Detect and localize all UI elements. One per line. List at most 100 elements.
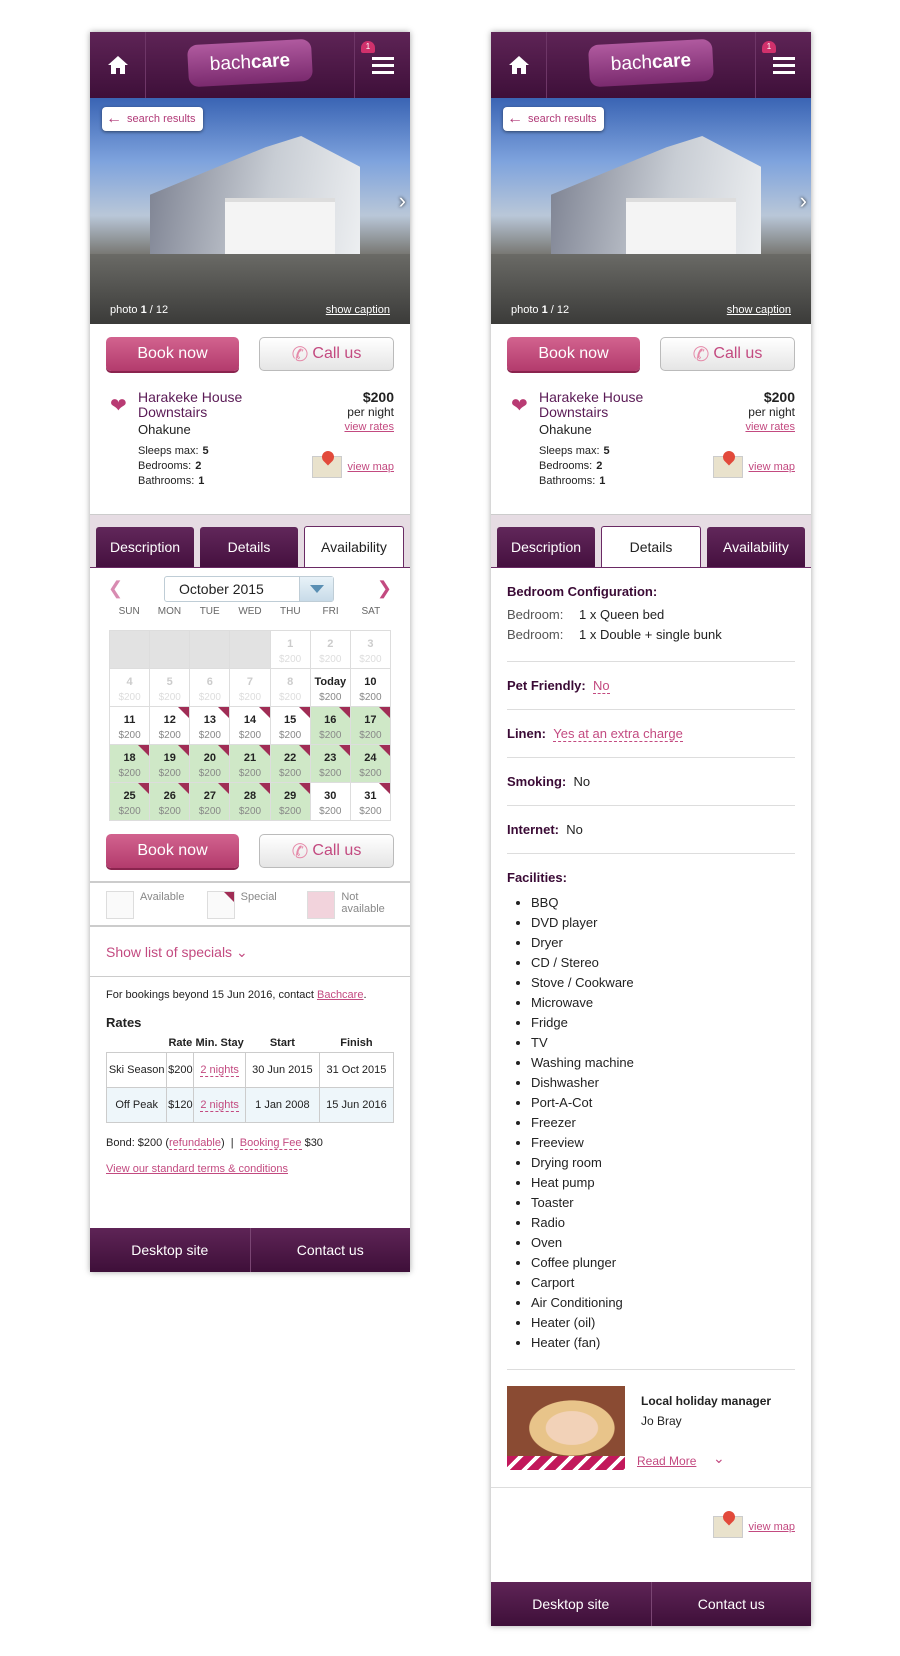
back-label: search results — [127, 113, 196, 125]
rates-section: Rates Rate Min. Stay Start Finish Ski Seaso… — [90, 1001, 410, 1123]
view-map-button[interactable]: view map — [311, 456, 394, 478]
view-map-link[interactable]: view map — [749, 1521, 795, 1533]
show-caption-link[interactable]: show caption — [727, 304, 791, 316]
next-photo-icon[interactable]: › — [399, 188, 406, 214]
favourite-heart-icon[interactable]: ❤ — [511, 393, 528, 418]
calendar-day[interactable]: 11 $200 — [110, 707, 151, 745]
view-map-button[interactable]: view map — [712, 456, 795, 478]
next-month-icon[interactable]: ❯ — [377, 578, 392, 599]
chevron-down-icon[interactable]: ⌄ — [713, 1450, 725, 1467]
facility-item: Air Conditioning — [531, 1293, 795, 1313]
calendar-day[interactable]: 17 $200 — [350, 707, 391, 745]
refundable-link[interactable]: refundable — [169, 1137, 221, 1150]
calendar-week: 25 $200 26 $200 27 $200 28 $200 29 $200 30 $200 31 $2… — [110, 783, 391, 821]
calendar-day[interactable]: 25 $200 — [110, 783, 151, 821]
bachcare-logo[interactable]: bach care — [186, 38, 314, 88]
calendar-day[interactable]: 19 $200 — [150, 745, 191, 783]
home-button[interactable] — [90, 32, 146, 98]
month-select[interactable]: October 2015 — [164, 576, 334, 602]
book-now-button[interactable]: Book now — [507, 337, 640, 371]
facility-item: TV — [531, 1033, 795, 1053]
calendar-day[interactable]: 16 $200 — [310, 707, 351, 745]
day-price: $200 — [198, 730, 221, 741]
bookings-beyond-note: For bookings beyond 15 Jun 2016, contact… — [106, 989, 367, 1001]
rates-table: Rate Min. Stay Start Finish Ski Season $200 2… — [105, 1034, 395, 1123]
calendar-day[interactable]: 23 $200 — [310, 745, 351, 783]
calendar-day[interactable]: 21 $200 — [230, 745, 271, 783]
day-price: $200 — [359, 768, 382, 779]
terms-link[interactable]: View our standard terms & conditions — [106, 1163, 288, 1175]
view-map-link[interactable]: view map — [749, 461, 795, 473]
local-manager: Local holiday manager Jo Bray Read More … — [491, 1370, 811, 1488]
calendar-day[interactable]: 31 $200 — [350, 783, 391, 821]
tab-availability[interactable]: Availability — [304, 526, 404, 567]
rates-row: Ski Season $200 2 nights 30 Jun 2015 31 Oct … — [105, 1052, 395, 1088]
min-stay-link[interactable]: 2 nights — [200, 1099, 239, 1112]
view-map-link[interactable]: view map — [348, 461, 394, 473]
min-stay-link[interactable]: 2 nights — [200, 1064, 239, 1077]
tab-description[interactable]: Description — [96, 527, 194, 567]
facility-item: CD / Stereo — [531, 953, 795, 973]
legend-special: Special — [206, 891, 294, 919]
calendar-week: 1 $200 2 $200 3 $200 — [110, 631, 391, 669]
book-now-button[interactable]: Book now — [106, 337, 239, 371]
contact-us-link[interactable]: Contact us — [652, 1582, 812, 1626]
facility-item: Stove / Cookware — [531, 973, 795, 993]
calendar-day[interactable]: 27 $200 — [190, 783, 231, 821]
map-row: view map — [491, 1488, 811, 1558]
view-rates-link[interactable]: view rates — [344, 421, 394, 433]
calendar-day[interactable]: 26 $200 — [150, 783, 191, 821]
calendar-day[interactable]: 13 $200 — [190, 707, 231, 745]
prev-month-icon[interactable]: ❮ — [108, 578, 123, 599]
calendar-day[interactable]: 22 $200 — [270, 745, 311, 783]
calendar-day[interactable]: 30 $200 — [310, 783, 351, 821]
calendar-day[interactable]: 18 $200 — [110, 745, 151, 783]
home-button[interactable] — [491, 32, 547, 98]
booking-fee-link[interactable]: Booking Fee — [239, 1137, 302, 1150]
tab-availability[interactable]: Availability — [707, 527, 805, 567]
view-map-button[interactable]: view map — [712, 1516, 795, 1538]
view-rates-link[interactable]: view rates — [745, 421, 795, 433]
calendar-day[interactable]: 14 $200 — [230, 707, 271, 745]
calendar-day[interactable]: 15 $200 — [270, 707, 311, 745]
pet-friendly-value[interactable]: No — [592, 678, 610, 694]
availability-calendar: 1 $200 2 $200 3 $200 4 $200 5 $200 6 $200 7 $200 8 $200… — [109, 630, 391, 821]
calendar-day[interactable]: 28 $200 — [230, 783, 271, 821]
property-photo[interactable]: ← search results › photo 1 / 12 show capt… — [491, 98, 811, 324]
linen-value[interactable]: Yes at an extra charge — [553, 726, 683, 742]
contact-us-link[interactable]: Contact us — [251, 1228, 411, 1272]
desktop-site-link[interactable]: Desktop site — [90, 1228, 251, 1272]
day-number: 2 — [327, 638, 334, 650]
calendar-day[interactable]: 24 $200 — [350, 745, 391, 783]
call-us-button[interactable]: ✆ Call us — [660, 337, 795, 371]
day-number: 17 — [364, 714, 377, 726]
tab-details[interactable]: Details — [200, 527, 298, 567]
calendar-day — [110, 631, 151, 669]
menu-button[interactable]: 1 — [354, 32, 410, 98]
calendar-day[interactable]: 10 $200 — [350, 669, 391, 707]
menu-button[interactable]: 1 — [755, 32, 811, 98]
book-now-button[interactable]: Book now — [106, 834, 239, 868]
calendar-day: 8 $200 — [270, 669, 311, 707]
search-results-button[interactable]: ← search results — [503, 107, 605, 131]
call-us-button[interactable]: ✆ Call us — [259, 834, 394, 868]
tab-description[interactable]: Description — [497, 527, 595, 567]
calendar-day[interactable]: 29 $200 — [270, 783, 311, 821]
calendar-day[interactable]: 20 $200 — [190, 745, 231, 783]
calendar-day[interactable]: Today $200 — [310, 669, 351, 707]
desktop-site-link[interactable]: Desktop site — [491, 1582, 652, 1626]
header: bach care 1 — [90, 32, 410, 98]
next-photo-icon[interactable]: › — [800, 188, 807, 214]
show-specials-toggle[interactable]: Show list of specials ⌄ — [90, 927, 410, 977]
call-us-button[interactable]: ✆ Call us — [259, 337, 394, 371]
bachcare-contact-link[interactable]: Bachcare — [317, 989, 363, 1001]
calendar-day[interactable]: 12 $200 — [150, 707, 191, 745]
property-photo[interactable]: ← search results › photo 1 / 12 show capt… — [90, 98, 410, 324]
calendar-day — [150, 631, 191, 669]
show-caption-link[interactable]: show caption — [326, 304, 390, 316]
tab-details[interactable]: Details — [601, 526, 701, 567]
bachcare-logo[interactable]: bach care — [587, 38, 715, 88]
favourite-heart-icon[interactable]: ❤ — [110, 393, 127, 418]
search-results-button[interactable]: ← search results — [102, 107, 204, 131]
read-more-link[interactable]: Read More — [637, 1454, 696, 1468]
